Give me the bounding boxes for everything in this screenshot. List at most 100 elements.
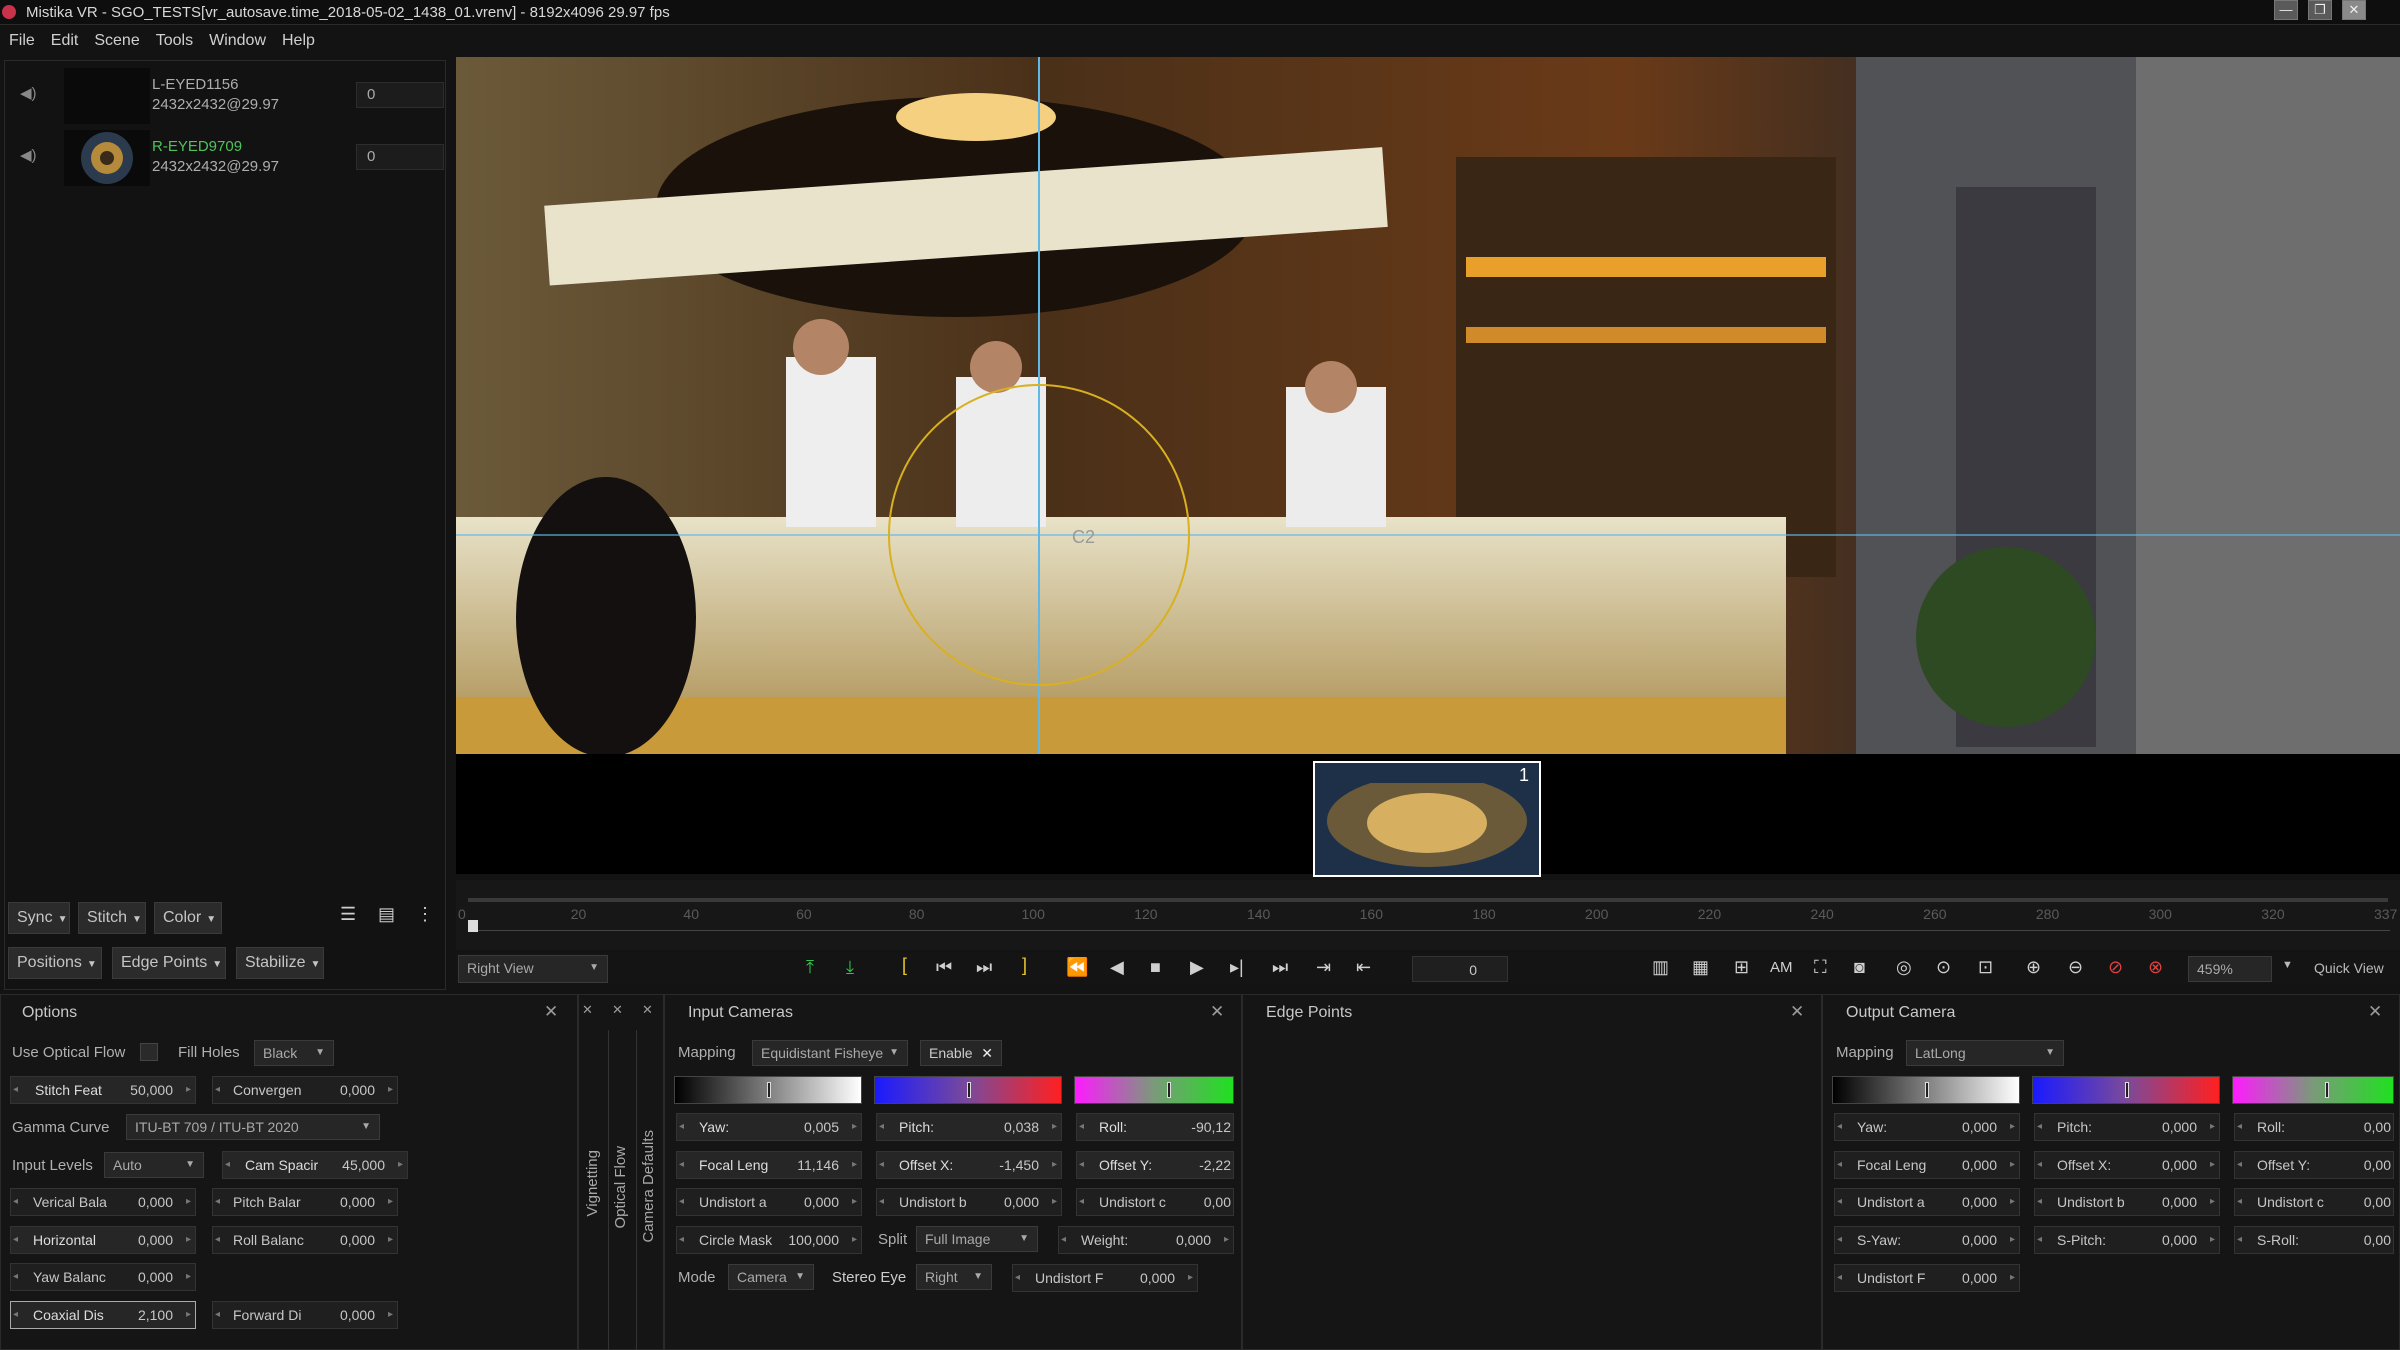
clip-row-right-eye[interactable]: ◀) R-EYED9709 2432x2432@29.97 0 <box>8 130 444 186</box>
magenta-green-slider[interactable] <box>1074 1076 1234 1104</box>
safe-area-icon[interactable]: ⊡ <box>1978 957 1993 978</box>
output-undistort-f-field[interactable]: ◂ Undistort F 0,000 ▸ <box>1834 1264 2020 1292</box>
loop-start-icon[interactable]: ⇥ <box>1316 957 1331 978</box>
stitch-dropdown[interactable]: Stitch ▼ <box>78 902 146 934</box>
close-window-button[interactable]: ✕ <box>2342 0 2366 20</box>
menu-help[interactable]: Help <box>282 32 315 49</box>
input-offset-x-field[interactable]: ◂ Offset X: -1,450 ▸ <box>876 1151 1062 1179</box>
zoom-out-icon[interactable]: ⊖ <box>2068 957 2083 978</box>
quad-view-icon[interactable]: ⊞ <box>1734 957 1749 978</box>
luma-slider[interactable] <box>674 1076 862 1104</box>
circle-mask-field[interactable]: ◂ Circle Mask 100,000 ▸ <box>676 1226 862 1254</box>
fullscreen-icon[interactable]: ⛶ <box>1814 957 1827 978</box>
zoom-fit-icon[interactable]: ⊘ <box>2108 957 2123 978</box>
mode-select[interactable]: Camera ▼ <box>728 1264 814 1290</box>
timeline[interactable]: 0 20 40 60 80 100 120 140 160 180 200 220 240 260 280 3… <box>456 880 2400 950</box>
stereo-eye-select[interactable]: Right ▼ <box>916 1264 992 1290</box>
grid-view-icon[interactable]: ▦ <box>1692 957 1709 978</box>
gamma-curve-select[interactable]: ITU-BT 709 / ITU-BT 2020 ▼ <box>126 1114 380 1140</box>
split-select[interactable]: Full Image ▼ <box>916 1226 1038 1252</box>
stop-icon[interactable]: ■ <box>1150 957 1161 978</box>
output-s-roll-field[interactable]: ◂ S-Roll: 0,00 <box>2234 1226 2394 1254</box>
output-mapping-select[interactable]: LatLong ▼ <box>1906 1040 2064 1066</box>
input-focal-field[interactable]: ◂ Focal Leng 11,146 ▸ <box>676 1151 862 1179</box>
first-frame-icon[interactable]: ⏪ <box>1066 957 1088 978</box>
close-options-icon[interactable]: ✕ <box>544 1002 558 1022</box>
quick-view-button[interactable]: Quick View <box>2314 960 2384 976</box>
input-yaw-field[interactable]: ◂ Yaw: 0,005 ▸ <box>676 1113 862 1141</box>
stitch-viewer[interactable]: C2 <box>456 57 2400 754</box>
convergence-field[interactable]: ◂ Convergen 0,000 ▸ <box>212 1076 398 1104</box>
menu-tools[interactable]: Tools <box>156 32 193 49</box>
menu-scene[interactable]: Scene <box>94 32 139 49</box>
yaw-balance-field[interactable]: ◂ Yaw Balanc 0,000 ▸ <box>10 1263 196 1291</box>
target-icon[interactable]: ⊙ <box>1936 957 1951 978</box>
tree-view-icon[interactable]: ⋮ <box>416 904 434 925</box>
out-bracket-icon[interactable]: ] <box>1022 955 1027 976</box>
blue-red-slider[interactable] <box>874 1076 1062 1104</box>
loop-end-icon[interactable]: ⇤ <box>1356 957 1371 978</box>
input-mapping-select[interactable]: Equidistant Fisheye ▼ <box>752 1040 908 1066</box>
speaker-icon[interactable]: ◀) <box>20 84 42 106</box>
output-yaw-field[interactable]: ◂ Yaw: 0,000 ▸ <box>1834 1113 2020 1141</box>
single-view-icon[interactable]: ▥ <box>1652 957 1669 978</box>
zoom-chevron-icon[interactable]: ▼ <box>2282 959 2293 971</box>
preview-thumbnail[interactable]: 1 <box>1313 761 1541 877</box>
pitch-balance-field[interactable]: ◂ Pitch Balar 0,000 ▸ <box>212 1188 398 1216</box>
in-bracket-icon[interactable]: [ <box>902 955 907 976</box>
coaxial-distance-field[interactable]: ◂ Coaxial Dis 2,100 ▸ <box>10 1301 196 1329</box>
minimize-button[interactable]: — <box>2274 0 2298 20</box>
cam-spacing-field[interactable]: ◂ Cam Spacir 45,000 ▸ <box>222 1151 408 1179</box>
input-levels-select[interactable]: Auto ▼ <box>104 1152 204 1178</box>
close-edge-points-icon[interactable]: ✕ <box>1790 1002 1804 1022</box>
output-s-yaw-field[interactable]: ◂ S-Yaw: 0,000 ▸ <box>1834 1226 2020 1254</box>
last-frame-icon[interactable]: ⏭ <box>1272 957 1288 978</box>
roll-balance-field[interactable]: ◂ Roll Balanc 0,000 ▸ <box>212 1226 398 1254</box>
close-output-camera-icon[interactable]: ✕ <box>2368 1002 2382 1022</box>
stabilize-dropdown[interactable]: Stabilize ▼ <box>236 947 324 979</box>
timeline-scrollbar[interactable] <box>468 898 2388 902</box>
maximize-button[interactable]: ❐ <box>2308 0 2332 20</box>
go-to-out-icon[interactable]: ⏭ <box>976 957 992 978</box>
forward-distance-field[interactable]: ◂ Forward Di 0,000 ▸ <box>212 1301 398 1329</box>
output-undistort-b-field[interactable]: ◂ Undistort b 0,000 ▸ <box>2034 1188 2220 1216</box>
weight-field[interactable]: ◂ Weight: 0,000 ▸ <box>1058 1226 1234 1254</box>
detail-view-icon[interactable]: ▤ <box>378 904 395 925</box>
output-focal-field[interactable]: ◂ Focal Leng 0,000 ▸ <box>1834 1151 2020 1179</box>
output-offset-x-field[interactable]: ◂ Offset X: 0,000 ▸ <box>2034 1151 2220 1179</box>
positions-dropdown[interactable]: Positions ▼ <box>8 947 102 979</box>
tab-optical-flow[interactable]: Optical Flow <box>612 1146 629 1229</box>
playhead[interactable] <box>468 920 478 932</box>
color-dropdown[interactable]: Color ▼ <box>154 902 222 934</box>
out-magenta-green-slider[interactable] <box>2232 1076 2394 1104</box>
enable-toggle[interactable]: Enable ✕ <box>920 1040 1002 1066</box>
view-select[interactable]: Right View ▼ <box>458 955 608 983</box>
go-to-in-icon[interactable]: ⏮ <box>936 957 952 978</box>
menu-edit[interactable]: Edit <box>51 32 79 49</box>
list-view-icon[interactable]: ☰ <box>340 904 356 925</box>
clip-offset-field[interactable]: 0 <box>356 82 444 108</box>
vertical-balance-field[interactable]: ◂ Verical Bala 0,000 ▸ <box>10 1188 196 1216</box>
next-frame-icon[interactable]: ▸| <box>1230 957 1244 978</box>
circle-view-icon[interactable]: ◎ <box>1896 957 1912 978</box>
collapse-optical-flow-icon[interactable]: ✕ <box>612 1002 623 1018</box>
clip-offset-field[interactable]: 0 <box>356 144 444 170</box>
edge-points-dropdown[interactable]: Edge Points ▼ <box>112 947 226 979</box>
output-offset-y-field[interactable]: ◂ Offset Y: 0,00 <box>2234 1151 2394 1179</box>
zoom-reset-icon[interactable]: ⊗ <box>2148 957 2163 978</box>
output-undistort-c-field[interactable]: ◂ Undistort c 0,00 <box>2234 1188 2394 1216</box>
input-undistort-a-field[interactable]: ◂ Undistort a 0,000 ▸ <box>676 1188 862 1216</box>
input-undistort-f-field[interactable]: ◂ Undistort F 0,000 ▸ <box>1012 1264 1198 1292</box>
speaker-icon[interactable]: ◀) <box>20 146 42 168</box>
input-undistort-c-field[interactable]: ◂ Undistort c 0,00 <box>1076 1188 1234 1216</box>
use-optical-flow-checkbox[interactable] <box>140 1043 158 1061</box>
frame-field[interactable]: 0 <box>1412 956 1508 982</box>
output-pitch-field[interactable]: ◂ Pitch: 0,000 ▸ <box>2034 1113 2220 1141</box>
clip-row-left-eye[interactable]: ◀) L-EYED1156 2432x2432@29.97 0 <box>8 68 444 124</box>
input-roll-field[interactable]: ◂ Roll: -90,12 <box>1076 1113 1234 1141</box>
fill-holes-select[interactable]: Black ▼ <box>254 1040 334 1066</box>
tab-vignetting[interactable]: Vignetting <box>584 1150 601 1216</box>
menu-file[interactable]: File <box>9 32 35 49</box>
play-icon[interactable]: ▶ <box>1190 957 1204 978</box>
menu-window[interactable]: Window <box>209 32 266 49</box>
